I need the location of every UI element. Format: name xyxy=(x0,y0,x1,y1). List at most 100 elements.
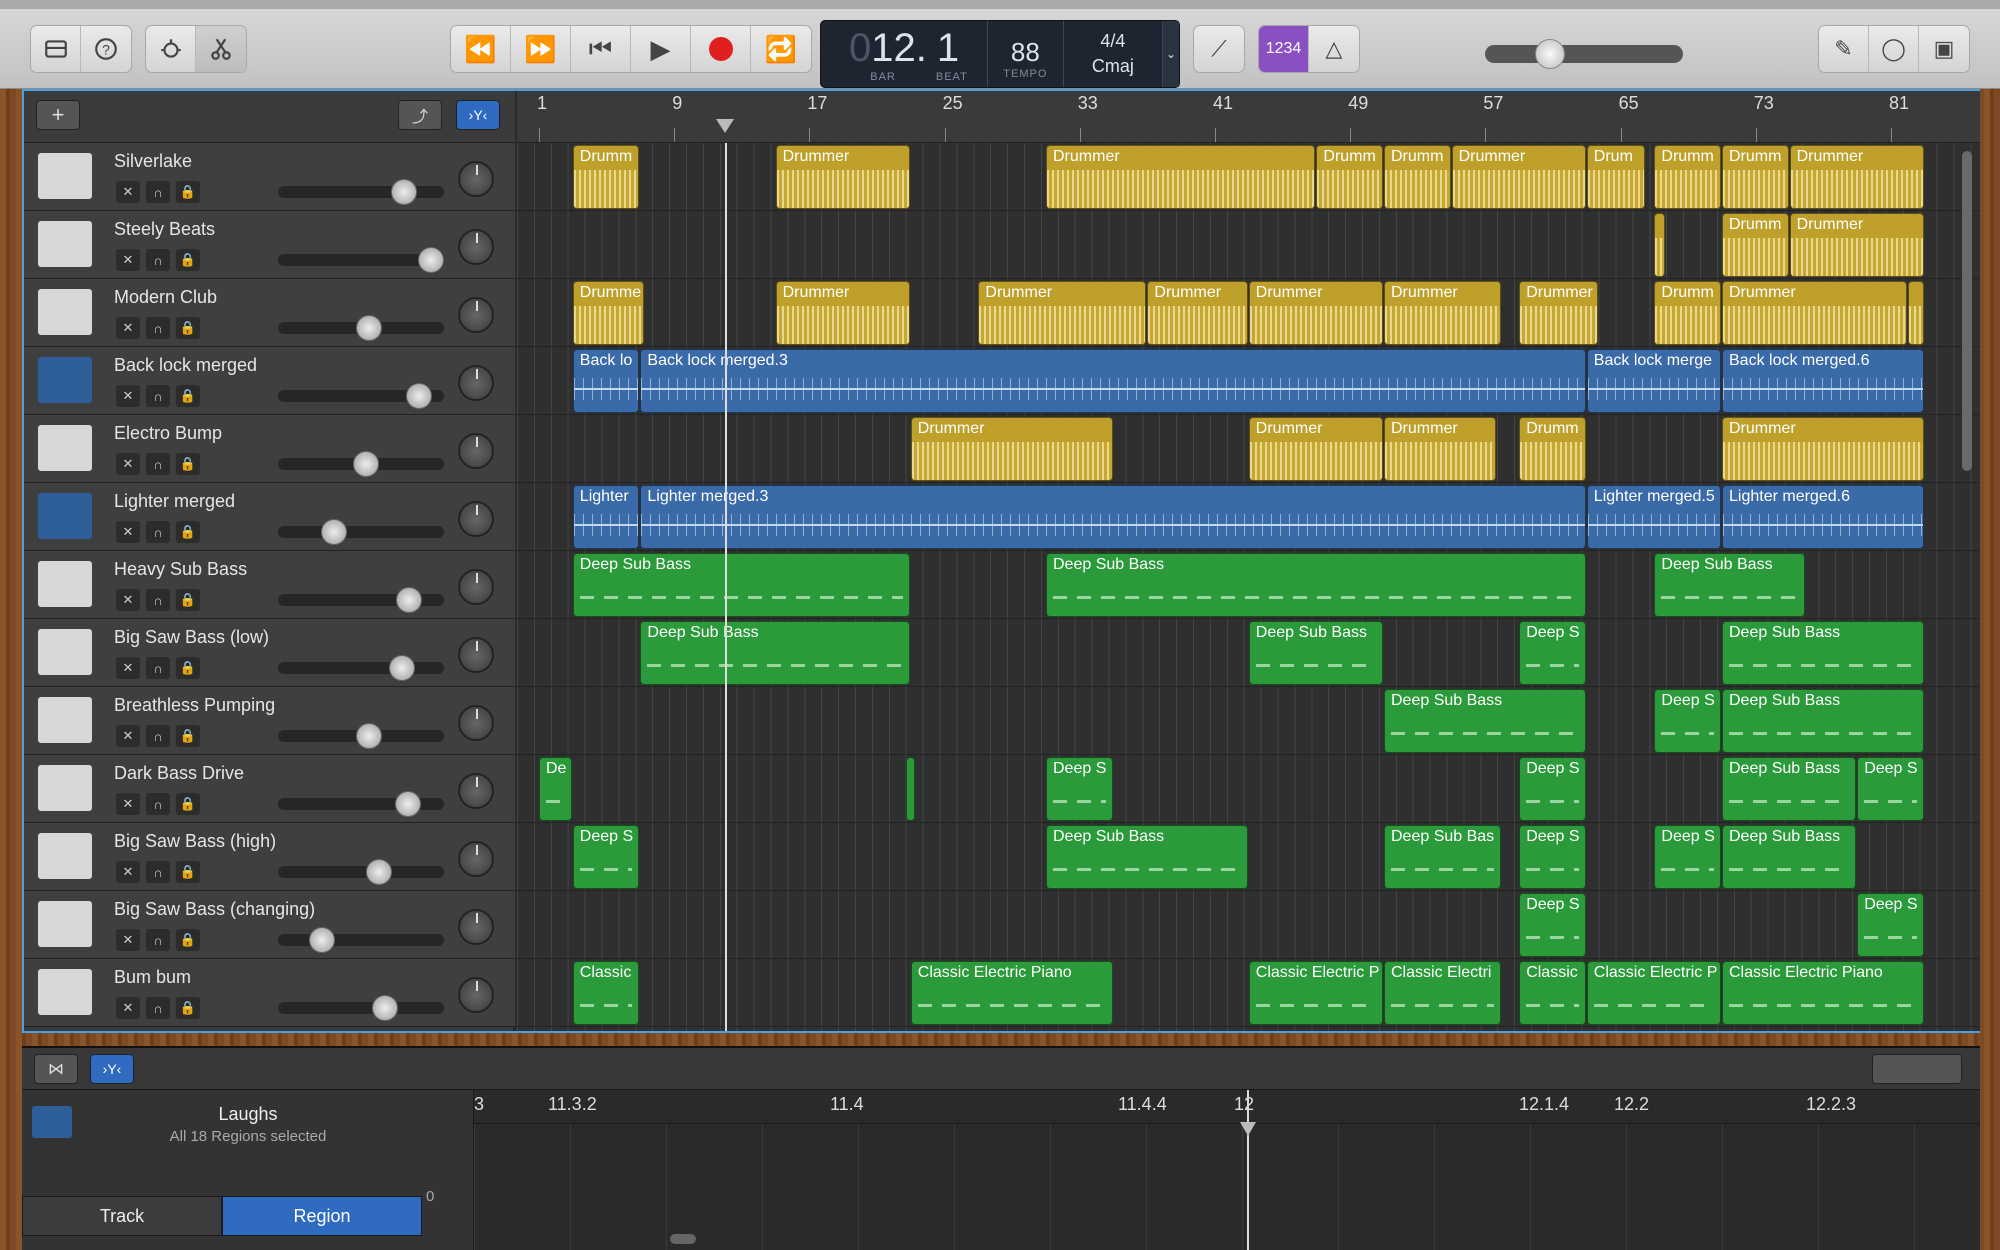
track-name[interactable]: Back lock merged xyxy=(114,355,257,376)
tab-region[interactable]: Region xyxy=(222,1196,422,1236)
drummer-region[interactable]: Drummer xyxy=(978,281,1147,345)
automation-button[interactable]: ⤴ xyxy=(398,100,442,130)
editor-view-button[interactable]: ⋈ xyxy=(34,1054,78,1084)
drummer-region[interactable]: Drummer xyxy=(775,145,910,209)
track-name[interactable]: Dark Bass Drive xyxy=(114,763,244,784)
track-header[interactable]: Big Saw Bass (low) ✕ ∩ 🔒 xyxy=(24,619,515,687)
track-volume-knob[interactable] xyxy=(406,383,432,409)
editor-ruler[interactable]: 3 11.3.2 11.4 11.4.4 12 12.1.4 12.2 12.2.3 xyxy=(474,1090,1980,1124)
drummer-region[interactable] xyxy=(1907,281,1924,345)
headphones-icon[interactable]: ∩ xyxy=(146,861,170,883)
drummer-region[interactable] xyxy=(1654,213,1666,277)
track-lane[interactable] xyxy=(517,891,1980,959)
add-track-button[interactable]: + xyxy=(36,100,80,130)
headphones-icon[interactable]: ∩ xyxy=(146,249,170,271)
drummer-region[interactable]: Drumm xyxy=(1384,145,1451,209)
pan-knob[interactable] xyxy=(458,841,494,877)
midi-region[interactable]: Deep S xyxy=(1654,825,1721,889)
lock-icon[interactable]: 🔒 xyxy=(176,725,200,747)
help-button[interactable]: ? xyxy=(81,26,131,72)
editor-playhead-handle[interactable] xyxy=(1240,1122,1256,1136)
pan-knob[interactable] xyxy=(458,297,494,333)
drummer-region[interactable]: Drummer xyxy=(1384,417,1497,481)
media-browser-button[interactable]: ▣ xyxy=(1919,26,1969,72)
playhead[interactable] xyxy=(724,143,727,1031)
audio-region[interactable]: Lighter merged.5 xyxy=(1586,485,1721,549)
lcd-mode-dropdown[interactable]: ⌄ xyxy=(1163,21,1179,87)
track-name[interactable]: Lighter merged xyxy=(114,491,235,512)
track-name[interactable]: Breathless Pumping xyxy=(114,695,275,716)
midi-region[interactable]: Deep Sub Bass xyxy=(572,553,910,617)
track-volume-knob[interactable] xyxy=(356,723,382,749)
fast-forward-button[interactable]: ⏩ xyxy=(511,26,571,72)
track-name[interactable]: Bum bum xyxy=(114,967,191,988)
pan-knob[interactable] xyxy=(458,229,494,265)
track-volume-knob[interactable] xyxy=(395,791,421,817)
track-volume-knob[interactable] xyxy=(356,315,382,341)
mute-button[interactable]: ✕ xyxy=(116,929,140,951)
track-volume-knob[interactable] xyxy=(366,859,392,885)
drummer-region[interactable]: Drummer xyxy=(1248,417,1383,481)
track-name[interactable]: Big Saw Bass (low) xyxy=(114,627,269,648)
track-volume-slider[interactable] xyxy=(278,526,444,538)
midi-region[interactable]: Deep Sub Bass xyxy=(1046,825,1248,889)
headphones-icon[interactable]: ∩ xyxy=(146,793,170,815)
track-volume-knob[interactable] xyxy=(372,995,398,1021)
mute-button[interactable]: ✕ xyxy=(116,317,140,339)
audio-region[interactable]: Back lo xyxy=(572,349,640,413)
track-volume-slider[interactable] xyxy=(278,1002,444,1014)
drummer-region[interactable]: Drummer xyxy=(775,281,910,345)
pan-knob[interactable] xyxy=(458,705,494,741)
track-volume-knob[interactable] xyxy=(418,247,444,273)
audio-region[interactable]: Back lock merge xyxy=(1586,349,1721,413)
track-volume-slider[interactable] xyxy=(278,866,444,878)
midi-region[interactable]: Deep S xyxy=(1519,825,1586,889)
drummer-region[interactable]: Drummer xyxy=(1789,213,1924,277)
lock-icon[interactable]: 🔒 xyxy=(176,317,200,339)
midi-region[interactable]: Deep Sub Bass xyxy=(640,621,910,685)
track-volume-knob[interactable] xyxy=(391,179,417,205)
go-to-beginning-button[interactable]: ⏮ xyxy=(571,26,631,72)
midi-region[interactable]: Deep S xyxy=(1857,893,1924,957)
tab-track[interactable]: Track xyxy=(22,1196,222,1236)
midi-region[interactable]: Classic xyxy=(572,961,640,1025)
pan-knob[interactable] xyxy=(458,909,494,945)
track-volume-knob[interactable] xyxy=(321,519,347,545)
headphones-icon[interactable]: ∩ xyxy=(146,385,170,407)
headphones-icon[interactable]: ∩ xyxy=(146,725,170,747)
midi-region[interactable]: Deep Sub Bass xyxy=(1722,757,1857,821)
track-header[interactable]: Big Saw Bass (changing) ✕ ∩ 🔒 xyxy=(24,891,515,959)
track-name[interactable]: Silverlake xyxy=(114,151,192,172)
midi-region[interactable]: Deep Sub Bass xyxy=(1722,825,1857,889)
audio-region[interactable]: Lighter xyxy=(572,485,640,549)
midi-region[interactable]: Classic Electric Piano xyxy=(1722,961,1924,1025)
lock-icon[interactable]: 🔒 xyxy=(176,521,200,543)
drummer-region[interactable]: Drumm xyxy=(572,145,640,209)
count-in-button[interactable]: 1234 xyxy=(1259,26,1309,72)
mute-button[interactable]: ✕ xyxy=(116,521,140,543)
lcd-display[interactable]: 0 12. 1 BAR BEAT 88 TEMPO 4/4 Cmaj ⌄ xyxy=(820,20,1180,88)
drummer-region[interactable]: Drumme xyxy=(572,281,645,345)
pan-knob[interactable] xyxy=(458,161,494,197)
drummer-region[interactable]: Drumm xyxy=(1654,145,1721,209)
track-volume-slider[interactable] xyxy=(278,186,444,198)
headphones-icon[interactable]: ∩ xyxy=(146,521,170,543)
timeline-ruler[interactable]: 1 9 17 25 33 41 49 57 65 73 81 xyxy=(517,91,1980,143)
mute-button[interactable]: ✕ xyxy=(116,453,140,475)
pan-knob[interactable] xyxy=(458,433,494,469)
drummer-region[interactable]: Drum xyxy=(1586,145,1645,209)
lock-icon[interactable]: 🔒 xyxy=(176,657,200,679)
track-header[interactable]: Lighter merged ✕ ∩ 🔒 xyxy=(24,483,515,551)
mute-button[interactable]: ✕ xyxy=(116,861,140,883)
lock-icon[interactable]: 🔒 xyxy=(176,861,200,883)
smart-controls-button[interactable] xyxy=(146,26,196,72)
vertical-scrollbar[interactable] xyxy=(1962,151,1972,471)
track-header[interactable]: Steely Beats ✕ ∩ 🔒 xyxy=(24,211,515,279)
track-name[interactable]: Electro Bump xyxy=(114,423,222,444)
midi-region[interactable]: Deep S xyxy=(1857,757,1924,821)
audio-region[interactable]: Lighter merged.3 xyxy=(640,485,1586,549)
headphones-icon[interactable]: ∩ xyxy=(146,589,170,611)
mute-button[interactable]: ✕ xyxy=(116,385,140,407)
editor-playhead[interactable] xyxy=(1247,1090,1249,1250)
midi-region[interactable]: Deep S xyxy=(1046,757,1113,821)
